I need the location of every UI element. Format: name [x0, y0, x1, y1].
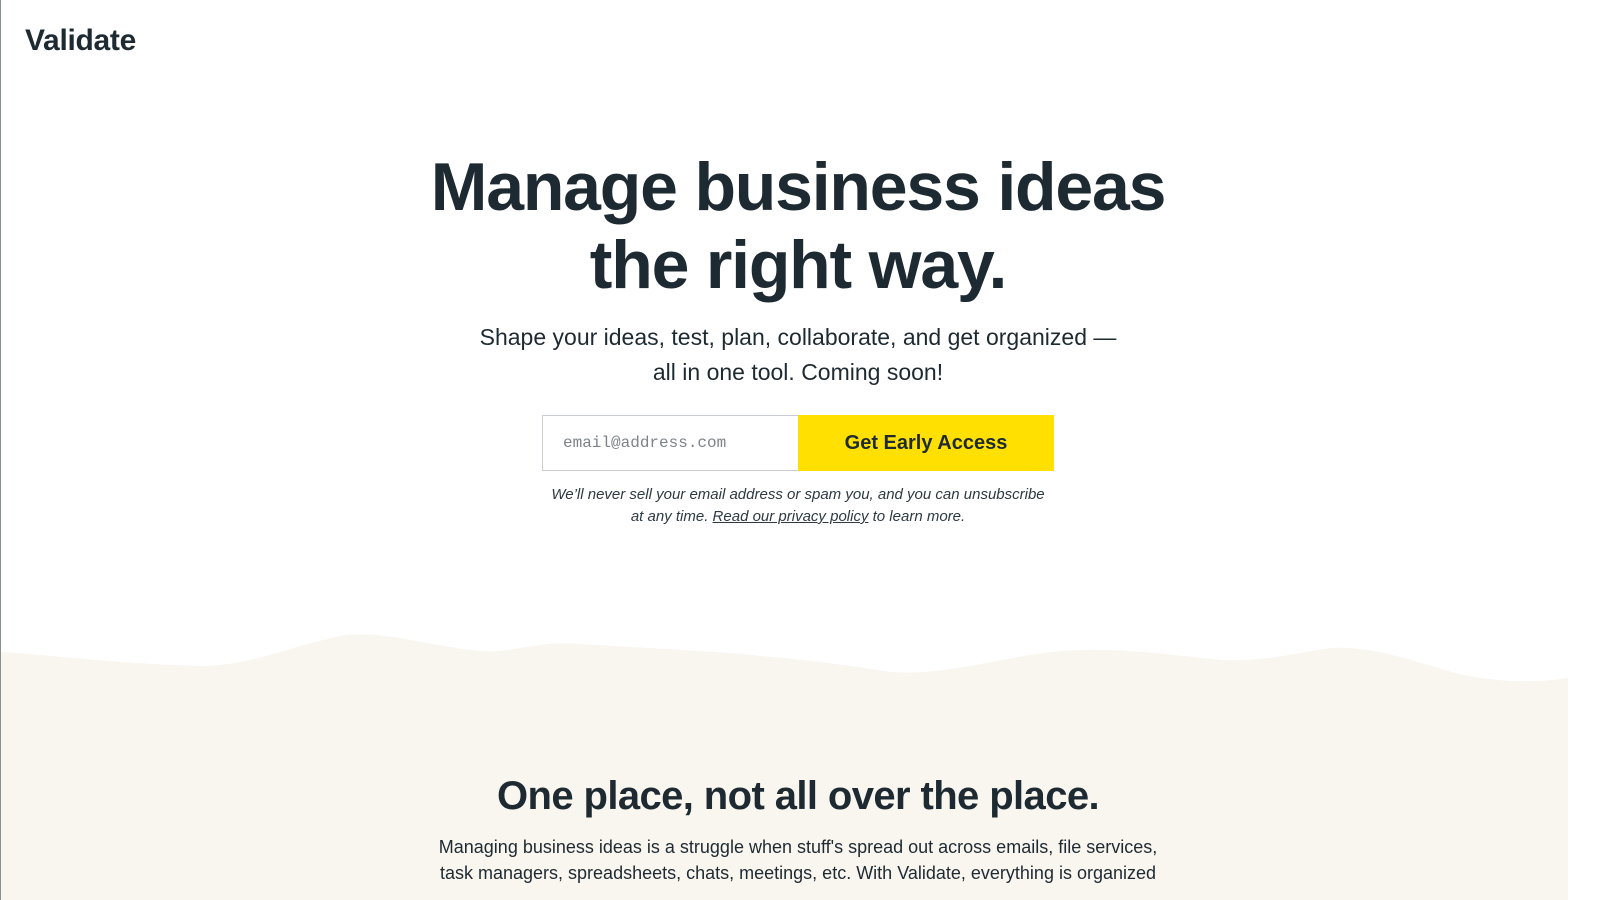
hero-subtitle: Shape your ideas, test, plan, collaborat… — [0, 320, 1596, 390]
disclaimer-prefix: at any time. — [630, 508, 709, 525]
hero-subtitle-line-1: Shape your ideas, test, plan, collaborat… — [479, 324, 1117, 350]
hero-subtitle-line-2: all in one tool. Coming soon! — [652, 359, 944, 385]
section-title: One place, not all over the place. — [496, 774, 1100, 818]
get-early-access-button[interactable]: Get Early Access — [798, 415, 1054, 471]
disclaimer-line-2: at any time. Read our privacy policy to … — [0, 506, 1596, 528]
email-field[interactable] — [542, 415, 798, 471]
hero-title-line-2: the right way. — [589, 227, 1008, 303]
signup-form: Get Early Access — [542, 415, 1054, 471]
disclaimer-suffix: to learn more. — [872, 508, 966, 525]
section-body-line-2: task managers, spreadsheets, chats, meet… — [439, 863, 1157, 883]
page-scrollbar[interactable] — [1568, 0, 1600, 900]
section-body: Managing business ideas is a struggle wh… — [0, 834, 1596, 886]
hero-title-line-1: Manage business ideas — [430, 149, 1167, 225]
disclaimer-line-1: We’ll never sell your email address or s… — [551, 486, 1045, 503]
section-body-line-1: Managing business ideas is a struggle wh… — [438, 837, 1158, 857]
privacy-policy-link[interactable]: Read our privacy policy — [713, 508, 869, 525]
logo[interactable]: Validate — [25, 24, 136, 58]
privacy-disclaimer: We’ll never sell your email address or s… — [0, 484, 1596, 528]
hero-title: Manage business ideas the right way. — [0, 148, 1596, 304]
